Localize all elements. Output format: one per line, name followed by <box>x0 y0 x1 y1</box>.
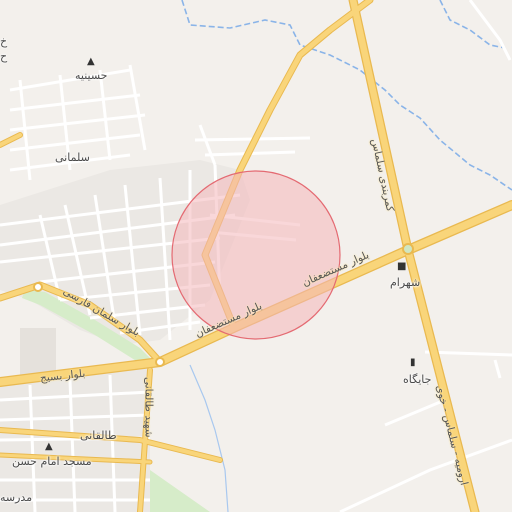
stream <box>189 364 229 512</box>
place-label-salmani[interactable]: سلمانی <box>55 152 90 163</box>
river <box>181 0 512 191</box>
place-label-jaygah[interactable]: جایگاه <box>403 374 431 385</box>
place-label-shahram[interactable]: شهرام <box>390 277 420 288</box>
mosque-icon: ▲ <box>45 441 53 452</box>
roundabout-icon <box>402 243 414 255</box>
shopping-bag-icon: ■ <box>397 261 407 272</box>
road-label-shahid-taleghani: شهید طالقانی <box>142 376 155 438</box>
building-block <box>20 328 56 376</box>
mosque-icon: ▲ <box>87 56 95 67</box>
place-label-taleghani[interactable]: طالقانی <box>80 430 117 441</box>
roundabout-south <box>155 357 165 367</box>
fuel-station-icon: ▮ <box>410 357 416 368</box>
place-label-madreseh[interactable]: مدرسه <box>0 492 32 503</box>
roundabout-west <box>33 282 43 292</box>
place-label-hosseiniyeh[interactable]: حسینیه <box>75 70 107 81</box>
park-south <box>150 470 210 512</box>
map-view[interactable]: ▲ ■ ▮ ▲ حسینیه سلمانی شهرام جایگاه طالقا… <box>0 0 512 512</box>
river-top <box>439 0 506 49</box>
place-label-partial-1: خ <box>0 35 8 48</box>
place-label-partial-2: ح <box>0 50 8 63</box>
place-label-masjid[interactable]: مسجد امام حسن <box>12 456 92 467</box>
